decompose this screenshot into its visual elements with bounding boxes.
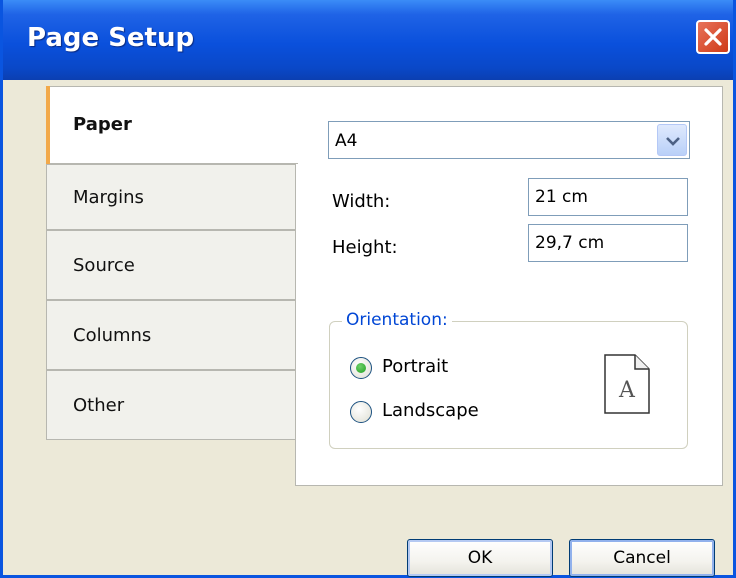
tab-label: Paper [73,114,132,135]
width-field[interactable]: 21 cm [528,178,688,216]
tab-columns[interactable]: Columns [46,300,296,370]
radio-selected-dot [356,363,366,373]
page-setup-dialog: Page Setup Paper Margins Source Columns … [0,0,736,578]
close-icon [704,28,722,46]
tab-other[interactable]: Other [46,370,296,440]
paper-size-select[interactable]: A4 [328,121,690,159]
tab-label: Margins [73,187,144,208]
portrait-radio[interactable] [350,357,372,379]
height-field[interactable]: 29,7 cm [528,224,688,262]
width-value: 21 cm [535,187,588,207]
ok-button[interactable]: OK [407,539,553,577]
cancel-button[interactable]: Cancel [569,539,715,577]
landscape-label[interactable]: Landscape [382,400,479,421]
paper-size-value: A4 [335,131,358,151]
dropdown-button[interactable] [657,124,687,156]
width-label: Width: [332,191,391,212]
page-orientation-preview-icon: A [604,354,650,414]
close-button[interactable] [696,20,730,54]
ok-button-label: OK [467,548,493,568]
dialog-title: Page Setup [27,23,195,53]
tab-paper[interactable]: Paper [46,86,298,164]
height-value: 29,7 cm [535,233,605,253]
preview-letter: A [618,378,636,403]
orientation-group: Orientation: Portrait Landscape A [329,310,688,449]
chevron-down-icon [666,137,680,146]
paper-tab-panel: A4 Width: 21 cm Height: 29,7 cm Orientat… [295,86,723,486]
portrait-label[interactable]: Portrait [382,356,448,377]
landscape-radio[interactable] [350,401,372,423]
tab-label: Source [73,255,135,276]
tab-label: Other [73,395,125,416]
tab-source[interactable]: Source [46,230,296,300]
tab-control: Paper Margins Source Columns Other A4 Wi… [43,86,723,486]
height-label: Height: [332,237,398,258]
tab-margins[interactable]: Margins [46,164,296,230]
cancel-button-label: Cancel [613,548,671,568]
orientation-legend: Orientation: [342,310,452,330]
title-bar[interactable]: Page Setup [3,0,733,80]
tab-label: Columns [73,325,152,346]
